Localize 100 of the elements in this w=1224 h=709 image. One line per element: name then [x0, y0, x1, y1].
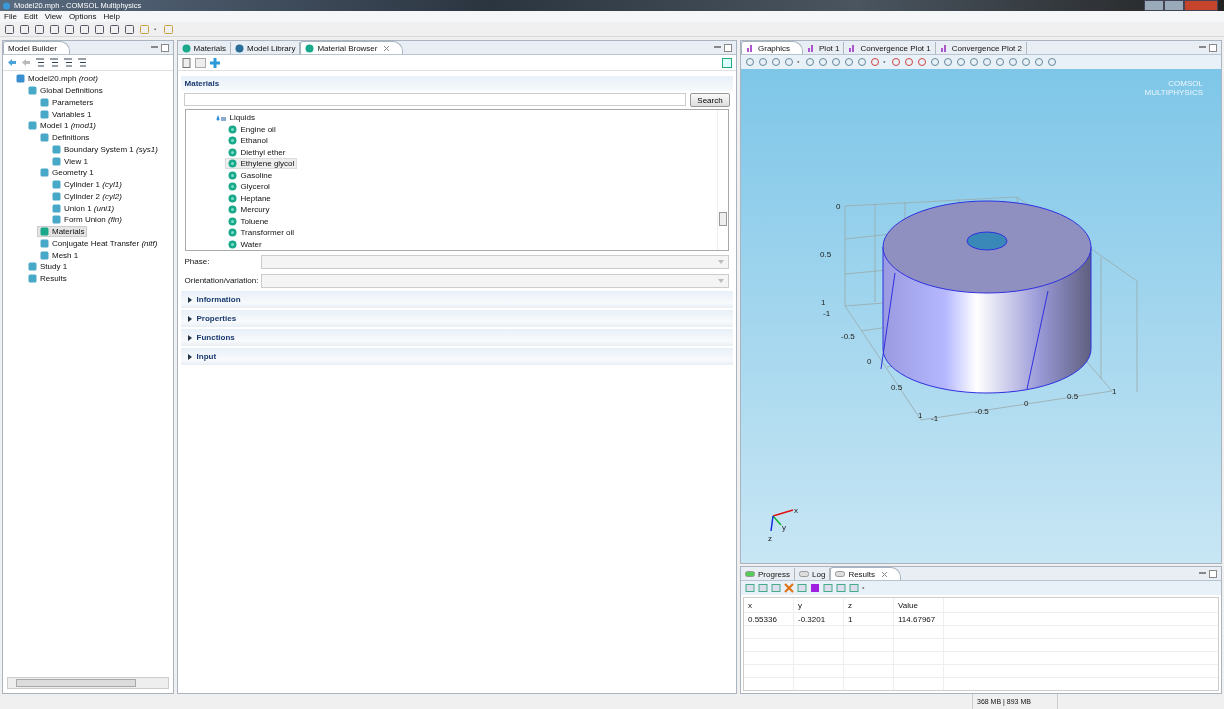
material-item[interactable]: Engine oil — [224, 123, 279, 135]
node-icon — [52, 180, 61, 190]
tree-item[interactable]: Cylinder 1 (cyl1) — [49, 179, 125, 191]
axis-tick-label: -1 — [823, 309, 831, 318]
node-icon — [40, 168, 49, 178]
tree-item[interactable]: Model20.mph (root) — [13, 73, 101, 85]
material-item[interactable]: Toluene — [224, 215, 272, 227]
minimize-panel-icon[interactable] — [1199, 571, 1206, 574]
vertical-scrollbar[interactable] — [717, 110, 728, 250]
minimize-panel-icon[interactable] — [150, 45, 158, 48]
square-icon[interactable] — [810, 583, 820, 593]
axis-triad-icon — [770, 509, 794, 532]
collapsible-section[interactable]: Functions — [180, 329, 733, 346]
menu-item[interactable]: Help — [103, 12, 120, 21]
material-item[interactable]: Water — [224, 238, 265, 250]
graphics-tab[interactable]: Graphics — [741, 41, 803, 54]
menu-item[interactable]: Edit — [23, 12, 38, 21]
close-icon[interactable] — [881, 570, 889, 578]
list-icon[interactable] — [77, 58, 87, 67]
tree-item[interactable]: Union 1 (uni1) — [49, 202, 118, 214]
delete-icon[interactable] — [784, 583, 794, 593]
tree-item[interactable]: Study 1 — [25, 261, 71, 273]
horizontal-scrollbar[interactable] — [7, 677, 169, 689]
expand-arrow-icon — [186, 353, 192, 360]
maximize-panel-icon[interactable] — [160, 43, 169, 52]
maximize-panel-icon[interactable] — [1209, 43, 1217, 52]
table-cell: -0.3201 — [794, 613, 844, 625]
material-item[interactable]: Ethylene glycol — [224, 158, 298, 170]
tree-item[interactable]: Variables 1 — [37, 108, 95, 120]
node-icon — [28, 274, 37, 284]
logo: COMSOL MULTIPHYSICS — [1144, 79, 1203, 97]
maximize-button[interactable] — [1164, 0, 1184, 11]
tree-item[interactable]: View 1 — [49, 155, 91, 167]
expand-arrow-icon — [186, 296, 192, 303]
material-item[interactable]: Glycerol — [224, 181, 273, 193]
node-icon — [40, 109, 49, 119]
tree-item[interactable]: Boundary System 1 (sys1) — [49, 143, 161, 155]
material-item[interactable]: Heptane — [224, 192, 274, 204]
tree-item[interactable]: Materials — [37, 226, 88, 238]
minimize-panel-icon[interactable] — [1199, 45, 1206, 48]
tree-item[interactable]: Model 1 (mod1) — [25, 120, 100, 132]
collapsible-section[interactable]: Input — [180, 348, 733, 365]
model-builder-tab[interactable]: Model Builder — [3, 41, 70, 54]
dropdown-field[interactable] — [260, 273, 729, 288]
close-button[interactable] — [1184, 0, 1218, 11]
tree-item[interactable]: Geometry 1 — [37, 167, 97, 179]
maximize-panel-icon[interactable] — [1209, 569, 1217, 578]
tree-item[interactable]: Parameters — [37, 96, 97, 108]
material-item[interactable]: Diethyl ether — [224, 146, 289, 158]
tree-item[interactable]: Definitions — [37, 132, 93, 144]
results-tab[interactable]: Results — [830, 567, 902, 580]
tree-item[interactable]: Form Union (fin) — [49, 214, 125, 226]
node-icon — [40, 238, 49, 248]
column-header: Value — [894, 598, 944, 612]
expand-arrow-icon — [186, 315, 192, 322]
menu-item[interactable]: View — [44, 12, 62, 21]
material-item[interactable]: Mercury — [224, 204, 273, 216]
tree-item[interactable]: Cylinder 2 (cyl2) — [49, 190, 125, 202]
material-icon — [305, 43, 315, 53]
minimize-button[interactable] — [1144, 0, 1164, 11]
material-item[interactable]: Gasoline — [224, 169, 276, 181]
search-button[interactable]: Search — [690, 93, 730, 107]
document-icon[interactable] — [181, 57, 191, 68]
material-item[interactable]: Ethanol — [224, 135, 271, 147]
caret-icon — [718, 259, 724, 264]
progress-icon — [745, 570, 755, 578]
list-icon[interactable] — [49, 58, 59, 67]
list-icon[interactable] — [35, 58, 45, 67]
add-icon[interactable] — [209, 57, 220, 68]
collapsible-section[interactable]: Information — [180, 291, 733, 308]
folder-item[interactable]: Liquids — [212, 112, 258, 124]
graphics-tab[interactable]: Convergence Plot 1 — [844, 42, 936, 54]
tree-item[interactable]: Results — [25, 273, 70, 285]
axis-tick-label: 1 — [918, 411, 923, 420]
maximize-panel-icon[interactable] — [724, 43, 732, 52]
editor-tab[interactable]: Materials — [177, 42, 231, 54]
column-header: x — [744, 598, 794, 612]
axis-tick-label: 0 — [836, 202, 841, 211]
tree-item[interactable]: Global Definitions — [25, 85, 106, 97]
editor-tab[interactable]: Material Browser — [300, 41, 404, 54]
material-icon — [181, 43, 191, 53]
node-icon — [28, 121, 37, 131]
liquid-folder-icon — [215, 113, 226, 122]
graphics-tab[interactable]: Plot 1 — [803, 42, 845, 54]
minimize-panel-icon[interactable] — [714, 45, 721, 48]
dropdown-field[interactable] — [260, 254, 729, 269]
collapsible-section[interactable]: Properties — [180, 310, 733, 327]
node-icon — [40, 133, 49, 143]
list-icon[interactable] — [63, 58, 73, 67]
node-icon — [52, 144, 61, 154]
tree-item[interactable]: Conjugate Heat Transfer (nitf) — [37, 237, 161, 249]
menu-item[interactable]: File — [4, 12, 17, 21]
results-tab[interactable]: Progress — [741, 568, 795, 580]
tree-item[interactable]: Mesh 1 — [37, 249, 82, 261]
material-item[interactable]: Transformer oil — [224, 227, 298, 239]
search-field[interactable] — [183, 93, 686, 106]
menu-item[interactable]: Options — [68, 12, 97, 21]
expand-arrow-icon — [186, 334, 192, 341]
graphics-tab[interactable]: Convergence Plot 2 — [935, 42, 1027, 54]
close-icon[interactable] — [383, 44, 391, 52]
